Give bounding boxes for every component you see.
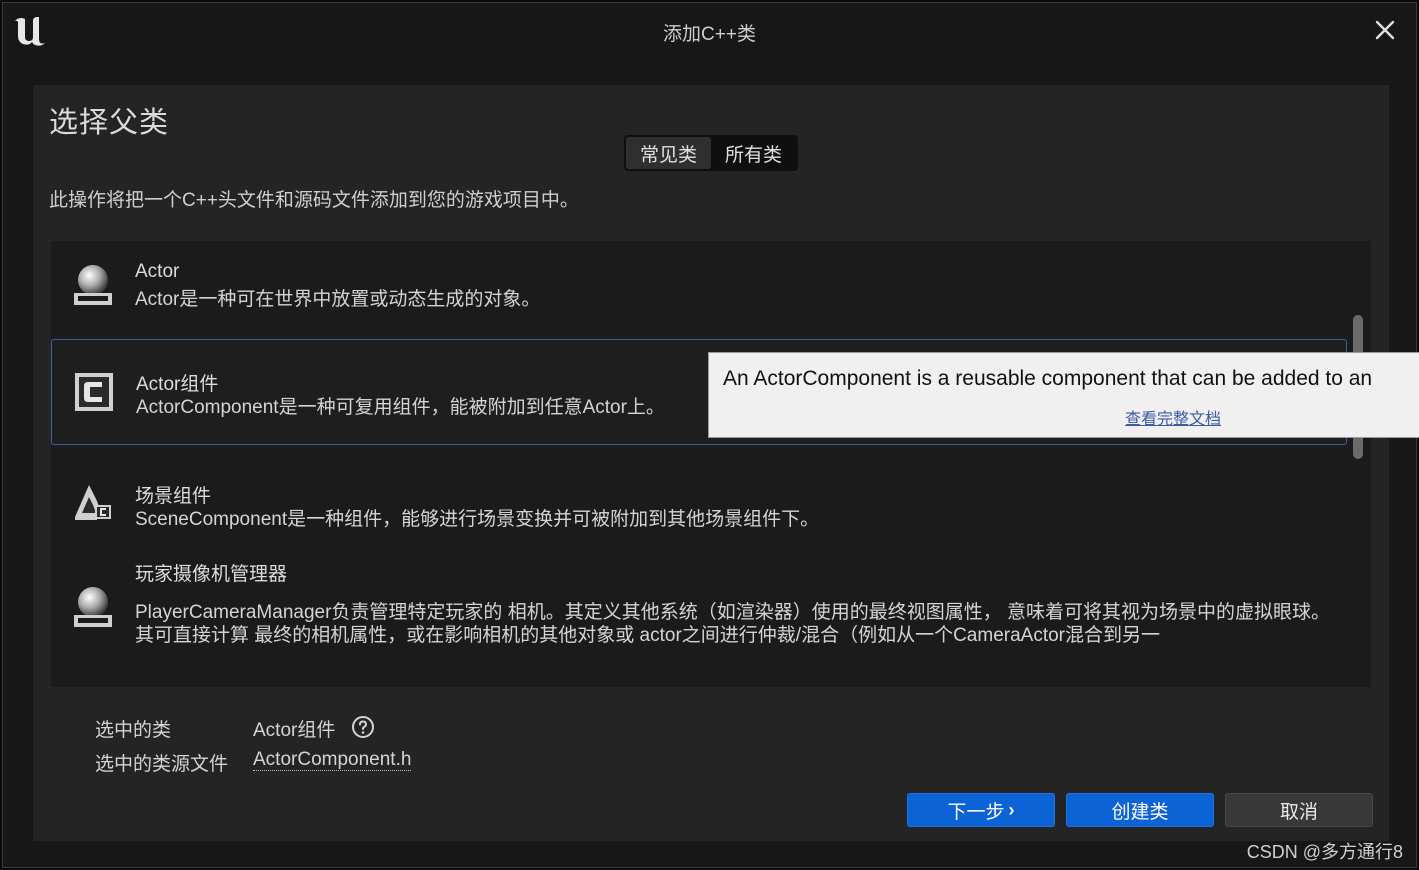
selected-source-file-value[interactable]: ActorComponent.h	[253, 749, 412, 771]
source-file-link[interactable]: ActorComponent.h	[253, 749, 412, 771]
view-full-docs-link[interactable]: 查看完整文档	[1125, 405, 1221, 429]
list-item-player-camera-manager[interactable]: 玩家摄像机管理器 PlayerCameraManager负责管理特定玩家的 相机…	[51, 551, 1347, 687]
item-description: SceneComponent是一种组件，能够进行场景变换并可被附加到其他场景组件…	[135, 509, 820, 530]
item-title: Actor	[135, 261, 180, 282]
next-button-label: 下一步	[947, 801, 1005, 823]
scene-component-icon	[75, 485, 111, 520]
component-c-icon	[75, 373, 113, 411]
sphere-actor-icon	[74, 587, 112, 627]
selected-class-label: 选中的类	[95, 720, 172, 741]
create-class-button[interactable]: 创建类	[1066, 793, 1214, 827]
tab-common-classes[interactable]: 常见类	[626, 137, 711, 169]
close-icon[interactable]	[1372, 17, 1398, 43]
main-panel: 选择父类 常见类 所有类 此操作将把一个C++头文件和源码文件添加到您的游戏项目…	[33, 85, 1389, 841]
next-button[interactable]: 下一步 ›	[907, 793, 1055, 827]
item-description: PlayerCameraManager负责管理特定玩家的 相机。其定义其他系统（…	[135, 602, 1330, 646]
item-description: Actor是一种可在世界中放置或动态生成的对象。	[135, 289, 541, 310]
cancel-button[interactable]: 取消	[1225, 793, 1373, 827]
tooltip-text: An ActorComponent is a reusable componen…	[723, 367, 1373, 390]
selected-class-value: Actor组件	[253, 720, 336, 741]
item-description: ActorComponent是一种可复用组件，能被附加到任意Actor上。	[136, 397, 665, 418]
item-title: 玩家摄像机管理器	[135, 564, 288, 585]
list-item-scene-component[interactable]: 场景组件 SceneComponent是一种组件，能够进行场景变换并可被附加到其…	[51, 451, 1347, 547]
chevron-right-icon: ›	[1008, 799, 1015, 820]
title-bar: 添加C++类	[3, 3, 1416, 59]
class-tooltip: An ActorComponent is a reusable componen…	[708, 352, 1419, 438]
page-title: 选择父类	[49, 107, 170, 139]
tab-all-classes[interactable]: 所有类	[711, 137, 796, 169]
list-item-actor[interactable]: Actor Actor是一种可在世界中放置或动态生成的对象。	[51, 241, 1347, 337]
watermark: CSDN @多方通行8	[1246, 842, 1403, 862]
class-list: Actor Actor是一种可在世界中放置或动态生成的对象。 Actor组件 A…	[51, 241, 1371, 687]
sphere-actor-icon	[74, 265, 112, 305]
help-icon[interactable]	[351, 715, 375, 739]
class-filter-tabs: 常见类 所有类	[624, 135, 798, 171]
window-title: 添加C++类	[663, 24, 756, 45]
selected-source-file-label: 选中的类源文件	[95, 754, 229, 775]
dialog-description: 此操作将把一个C++头文件和源码文件添加到您的游戏项目中。	[49, 190, 579, 211]
